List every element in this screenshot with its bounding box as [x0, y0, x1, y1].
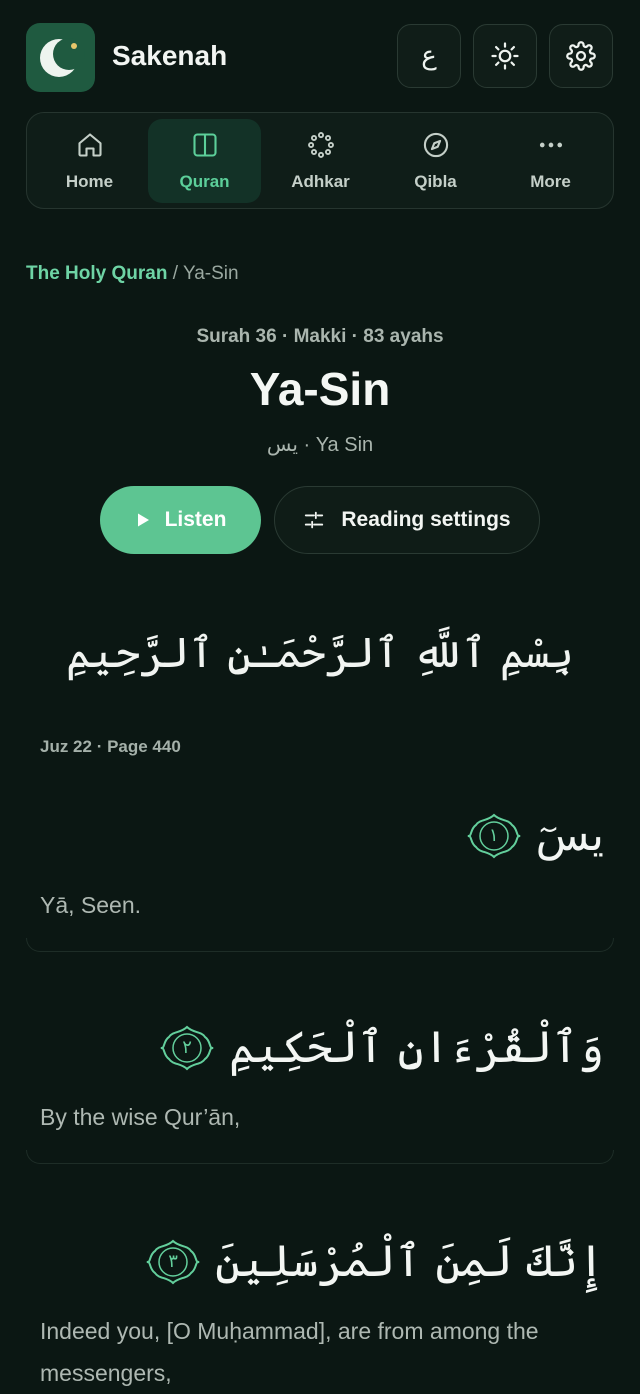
- verse-number: ٣: [168, 1251, 178, 1272]
- basmala: بِسْمِ ٱللَّهِ ٱلرَّحْمَـٰنِ ٱلرَّحِيمِ: [66, 628, 574, 677]
- nav-item-more[interactable]: More: [494, 119, 607, 203]
- verse-arabic-text: يسٓ: [535, 810, 604, 861]
- crescent-moon-icon: [40, 38, 85, 77]
- verse-arabic-row: يسٓ ١: [466, 810, 604, 861]
- verse-divider: [26, 1150, 614, 1164]
- prayer-beads-icon: [307, 132, 334, 158]
- verse-translation: Indeed you, [O Muḥammad], are from among…: [40, 1318, 539, 1386]
- verse-translation: By the wise Qur’ān,: [40, 1104, 241, 1130]
- breadcrumb-root-link[interactable]: The Holy Quran: [26, 263, 167, 284]
- verse-translation: Yā, Seen.: [40, 892, 142, 918]
- sliders-icon: [305, 511, 324, 529]
- nav-label-qibla: Qibla: [414, 172, 457, 191]
- verse-number-marker: ٣: [145, 1237, 201, 1287]
- verse-arabic-row: إِنَّكَ لَمِنَ ٱلْمُرْسَلِينَ ٣: [145, 1236, 604, 1287]
- verse-number: ١: [488, 825, 499, 846]
- verse-divider: [26, 938, 614, 952]
- book-open-icon: [192, 133, 217, 157]
- play-icon: [137, 513, 149, 527]
- verse-card: يسٓ ١ Yā, Seen.: [26, 790, 614, 952]
- main-nav: Home Quran Adhkar Qibla More: [26, 112, 614, 209]
- verse-card: إِنَّكَ لَمِنَ ٱلْمُرْسَلِينَ ٣ Indeed y…: [26, 1216, 614, 1386]
- gear-icon: [566, 41, 596, 71]
- verse-arabic-text: إِنَّكَ لَمِنَ ٱلْمُرْسَلِينَ: [215, 1236, 604, 1287]
- sun-icon: [491, 42, 519, 70]
- verse-arabic-row: وَٱلْقُرْءَانِ ٱلْحَكِيمِ ٢: [159, 1022, 604, 1073]
- verse-number-marker: ٢: [159, 1023, 215, 1073]
- language-label: ع: [421, 41, 437, 71]
- more-dots-icon: [539, 142, 562, 148]
- settings-button[interactable]: [549, 24, 613, 88]
- surah-subtitle: يس · Ya Sin: [266, 434, 374, 456]
- reading-settings-label: Reading settings: [341, 508, 511, 531]
- nav-label-home: Home: [65, 172, 114, 191]
- nav-item-adhkar[interactable]: Adhkar: [264, 119, 377, 203]
- verse-card: وَٱلْقُرْءَانِ ٱلْحَكِيمِ ٢ By the wise …: [26, 1002, 614, 1164]
- nav-item-quran[interactable]: Quran: [148, 119, 261, 203]
- reading-settings-button[interactable]: Reading settings: [274, 486, 540, 554]
- compass-icon: [423, 132, 448, 158]
- app-name: Sakenah: [112, 40, 228, 71]
- language-button[interactable]: ع: [397, 24, 461, 88]
- verse-arabic-text: وَٱلْقُرْءَانِ ٱلْحَكِيمِ: [229, 1022, 604, 1073]
- verse-number: ٢: [182, 1037, 192, 1058]
- verse-number-marker: ١: [466, 811, 522, 861]
- theme-toggle-button[interactable]: [473, 24, 537, 88]
- juz-page-info: Juz 22 · Page 440: [40, 737, 181, 756]
- breadcrumb-separator: /: [172, 263, 179, 284]
- nav-label-adhkar: Adhkar: [291, 172, 350, 191]
- breadcrumb-current: Ya-Sin: [182, 263, 239, 284]
- listen-button[interactable]: Listen: [100, 486, 261, 554]
- home-icon: [77, 133, 102, 157]
- surah-meta: Surah 36 · Makki · 83 ayahs: [196, 326, 444, 347]
- listen-label: Listen: [164, 508, 227, 531]
- nav-item-qibla[interactable]: Qibla: [379, 119, 492, 203]
- breadcrumb: The Holy Quran / Ya-Sin: [26, 263, 239, 285]
- page-title: Ya-Sin: [249, 363, 391, 415]
- nav-label-quran: Quran: [179, 172, 230, 191]
- app-header: Sakenah ع: [26, 22, 614, 92]
- nav-item-home[interactable]: Home: [33, 119, 146, 203]
- nav-label-more: More: [530, 172, 571, 191]
- app-logo[interactable]: [26, 23, 95, 92]
